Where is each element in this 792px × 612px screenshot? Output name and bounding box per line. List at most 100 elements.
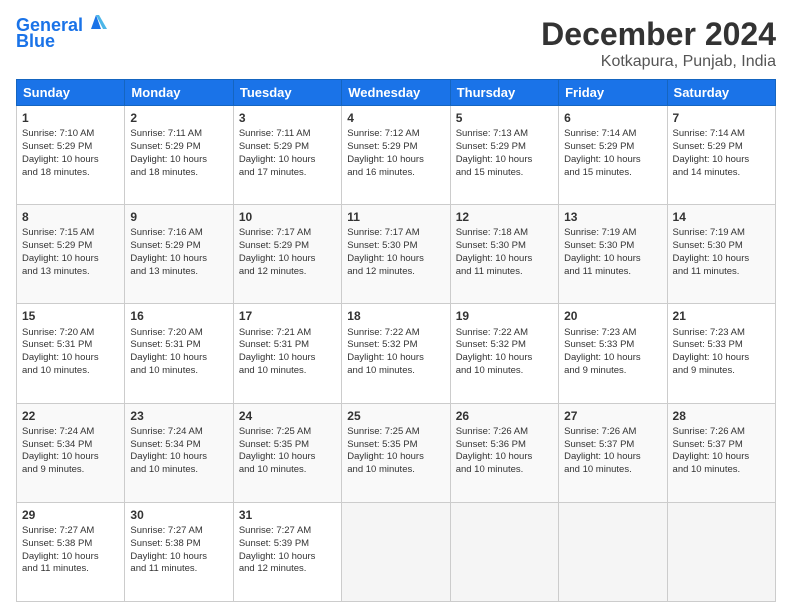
day-info: Daylight: 10 hours xyxy=(130,451,227,464)
day-number: 11 xyxy=(347,209,444,225)
day-info: and 11 minutes. xyxy=(22,563,119,576)
calendar-cell xyxy=(667,502,775,601)
day-number: 22 xyxy=(22,408,119,424)
calendar-cell: 15Sunrise: 7:20 AMSunset: 5:31 PMDayligh… xyxy=(17,304,125,403)
day-info: Sunrise: 7:26 AM xyxy=(673,426,770,439)
calendar-cell xyxy=(450,502,558,601)
day-info: and 10 minutes. xyxy=(22,365,119,378)
calendar-week-row: 8Sunrise: 7:15 AMSunset: 5:29 PMDaylight… xyxy=(17,205,776,304)
day-info: Daylight: 10 hours xyxy=(673,451,770,464)
day-info: Daylight: 10 hours xyxy=(239,154,336,167)
day-info: Sunrise: 7:11 AM xyxy=(239,128,336,141)
day-number: 1 xyxy=(22,110,119,126)
day-info: Daylight: 10 hours xyxy=(564,451,661,464)
calendar-day-header: Sunday xyxy=(17,80,125,106)
day-number: 5 xyxy=(456,110,553,126)
day-info: Sunset: 5:37 PM xyxy=(564,439,661,452)
day-info: Sunrise: 7:21 AM xyxy=(239,327,336,340)
day-info: and 10 minutes. xyxy=(239,365,336,378)
day-info: Sunrise: 7:17 AM xyxy=(347,227,444,240)
day-info: and 15 minutes. xyxy=(456,167,553,180)
calendar-cell: 31Sunrise: 7:27 AMSunset: 5:39 PMDayligh… xyxy=(233,502,341,601)
day-info: Sunrise: 7:24 AM xyxy=(22,426,119,439)
calendar-cell: 11Sunrise: 7:17 AMSunset: 5:30 PMDayligh… xyxy=(342,205,450,304)
day-info: Sunrise: 7:25 AM xyxy=(347,426,444,439)
day-info: and 11 minutes. xyxy=(564,266,661,279)
day-info: Daylight: 10 hours xyxy=(456,352,553,365)
day-info: Sunrise: 7:27 AM xyxy=(239,525,336,538)
day-info: Sunrise: 7:23 AM xyxy=(673,327,770,340)
day-info: and 11 minutes. xyxy=(673,266,770,279)
day-info: Sunset: 5:30 PM xyxy=(456,240,553,253)
day-info: and 13 minutes. xyxy=(130,266,227,279)
day-info: Daylight: 10 hours xyxy=(564,352,661,365)
day-info: and 10 minutes. xyxy=(456,365,553,378)
day-info: Daylight: 10 hours xyxy=(347,253,444,266)
location-title: Kotkapura, Punjab, India xyxy=(541,53,776,71)
day-info: Sunset: 5:29 PM xyxy=(673,141,770,154)
day-info: Daylight: 10 hours xyxy=(673,154,770,167)
header: General Blue December 2024 Kotkapura, Pu… xyxy=(16,16,776,71)
day-info: Sunset: 5:29 PM xyxy=(239,240,336,253)
day-info: Daylight: 10 hours xyxy=(130,253,227,266)
calendar-cell: 22Sunrise: 7:24 AMSunset: 5:34 PMDayligh… xyxy=(17,403,125,502)
day-info: and 9 minutes. xyxy=(564,365,661,378)
day-info: Sunrise: 7:19 AM xyxy=(673,227,770,240)
day-info: Daylight: 10 hours xyxy=(347,352,444,365)
day-info: Daylight: 10 hours xyxy=(564,253,661,266)
day-number: 8 xyxy=(22,209,119,225)
day-info: Sunrise: 7:27 AM xyxy=(22,525,119,538)
day-info: Daylight: 10 hours xyxy=(239,352,336,365)
calendar-cell: 30Sunrise: 7:27 AMSunset: 5:38 PMDayligh… xyxy=(125,502,233,601)
calendar-week-row: 22Sunrise: 7:24 AMSunset: 5:34 PMDayligh… xyxy=(17,403,776,502)
day-number: 26 xyxy=(456,408,553,424)
calendar-cell: 19Sunrise: 7:22 AMSunset: 5:32 PMDayligh… xyxy=(450,304,558,403)
day-number: 28 xyxy=(673,408,770,424)
day-number: 19 xyxy=(456,308,553,324)
day-info: Sunrise: 7:15 AM xyxy=(22,227,119,240)
day-info: Sunrise: 7:10 AM xyxy=(22,128,119,141)
day-info: Daylight: 10 hours xyxy=(673,253,770,266)
day-number: 24 xyxy=(239,408,336,424)
calendar-cell: 7Sunrise: 7:14 AMSunset: 5:29 PMDaylight… xyxy=(667,106,775,205)
title-block: December 2024 Kotkapura, Punjab, India xyxy=(541,16,776,71)
day-number: 13 xyxy=(564,209,661,225)
day-info: and 10 minutes. xyxy=(564,464,661,477)
day-number: 12 xyxy=(456,209,553,225)
day-info: Sunset: 5:29 PM xyxy=(456,141,553,154)
calendar-cell: 26Sunrise: 7:26 AMSunset: 5:36 PMDayligh… xyxy=(450,403,558,502)
day-info: Sunrise: 7:24 AM xyxy=(130,426,227,439)
day-info: Sunset: 5:33 PM xyxy=(564,339,661,352)
day-info: Daylight: 10 hours xyxy=(130,551,227,564)
calendar-week-row: 29Sunrise: 7:27 AMSunset: 5:38 PMDayligh… xyxy=(17,502,776,601)
day-info: Daylight: 10 hours xyxy=(22,551,119,564)
calendar-cell: 25Sunrise: 7:25 AMSunset: 5:35 PMDayligh… xyxy=(342,403,450,502)
day-info: Daylight: 10 hours xyxy=(347,451,444,464)
day-info: Daylight: 10 hours xyxy=(564,154,661,167)
day-info: Sunrise: 7:19 AM xyxy=(564,227,661,240)
day-info: and 10 minutes. xyxy=(130,365,227,378)
day-info: Sunset: 5:30 PM xyxy=(564,240,661,253)
calendar-day-header: Saturday xyxy=(667,80,775,106)
day-info: Sunset: 5:31 PM xyxy=(130,339,227,352)
calendar-cell: 29Sunrise: 7:27 AMSunset: 5:38 PMDayligh… xyxy=(17,502,125,601)
day-info: Sunrise: 7:26 AM xyxy=(564,426,661,439)
calendar-cell xyxy=(559,502,667,601)
calendar-cell: 18Sunrise: 7:22 AMSunset: 5:32 PMDayligh… xyxy=(342,304,450,403)
day-number: 7 xyxy=(673,110,770,126)
logo-text2: Blue xyxy=(16,32,55,52)
calendar-cell: 4Sunrise: 7:12 AMSunset: 5:29 PMDaylight… xyxy=(342,106,450,205)
day-info: Daylight: 10 hours xyxy=(130,352,227,365)
page: General Blue December 2024 Kotkapura, Pu… xyxy=(0,0,792,612)
calendar-cell: 12Sunrise: 7:18 AMSunset: 5:30 PMDayligh… xyxy=(450,205,558,304)
day-info: Daylight: 10 hours xyxy=(239,451,336,464)
day-info: Sunset: 5:36 PM xyxy=(456,439,553,452)
calendar-day-header: Friday xyxy=(559,80,667,106)
day-info: and 12 minutes. xyxy=(347,266,444,279)
calendar-week-row: 15Sunrise: 7:20 AMSunset: 5:31 PMDayligh… xyxy=(17,304,776,403)
day-number: 17 xyxy=(239,308,336,324)
day-info: and 15 minutes. xyxy=(564,167,661,180)
calendar-cell: 9Sunrise: 7:16 AMSunset: 5:29 PMDaylight… xyxy=(125,205,233,304)
day-info: Sunset: 5:29 PM xyxy=(22,240,119,253)
day-info: Daylight: 10 hours xyxy=(22,352,119,365)
